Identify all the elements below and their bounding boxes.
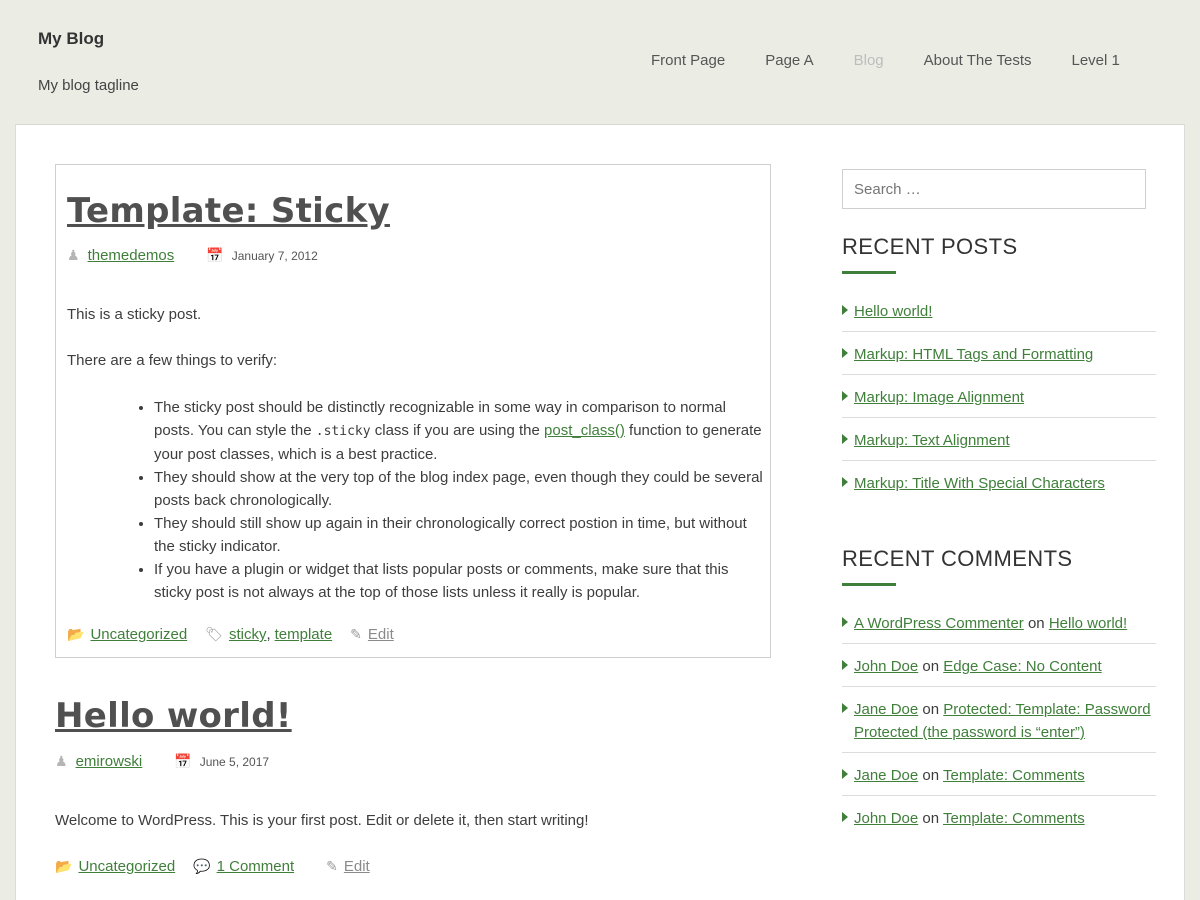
caret-right-icon [842, 812, 848, 822]
widget-underline [842, 271, 896, 274]
post-paragraph: Welcome to WordPress. This is your first… [55, 812, 589, 829]
code-snippet: .sticky [315, 424, 371, 439]
list-item: Hello world! [842, 289, 1156, 332]
folder-icon: 📂 [55, 858, 73, 874]
site-tagline: My blog tagline [38, 77, 139, 94]
recent-post-link[interactable]: Hello world! [854, 303, 932, 320]
caret-right-icon [842, 703, 848, 713]
folder-icon: 📂 [67, 626, 85, 642]
post-bullet-list: The sticky post should be distinctly rec… [154, 396, 764, 604]
edit-link[interactable]: Edit [368, 626, 394, 643]
nav-item-page-a[interactable]: Page A [765, 52, 813, 69]
post-date: June 5, 2017 [199, 754, 270, 769]
category-link[interactable]: Uncategorized [78, 858, 175, 875]
recent-posts-list: Hello world! Markup: HTML Tags and Forma… [842, 289, 1156, 503]
post-paragraph: This is a sticky post. [67, 306, 202, 323]
on-word: on [922, 767, 940, 784]
comment-author-link[interactable]: John Doe [854, 810, 918, 827]
user-icon: ♟ [55, 753, 68, 769]
list-item: They should still show up again in their… [154, 512, 764, 558]
post-class-link[interactable]: post_class() [544, 422, 625, 439]
caret-right-icon [842, 769, 848, 779]
post-footer: 📂 Uncategorized 🏷 sticky, template ✎ Edi… [67, 626, 394, 643]
on-word: on [922, 658, 940, 675]
comment-post-link[interactable]: Template: Comments [943, 767, 1085, 784]
recent-post-link[interactable]: Markup: Title With Special Characters [854, 475, 1105, 492]
tag-link[interactable]: sticky [229, 626, 267, 643]
list-item: Markup: Image Alignment [842, 375, 1156, 418]
calendar-icon: 📅 [206, 247, 224, 263]
comment-author-link[interactable]: A WordPress Commenter [854, 615, 1024, 632]
widget-underline [842, 583, 896, 586]
post-date: January 7, 2012 [231, 248, 318, 263]
caret-right-icon [842, 305, 848, 315]
site-header: My Blog My blog tagline Front Page Page … [0, 0, 1200, 124]
tag-separator: , [266, 626, 271, 643]
sticky-post: Template: Sticky ♟ themedemos 📅 January … [55, 164, 771, 658]
comment-post-link[interactable]: Hello world! [1049, 615, 1127, 632]
list-item: John Doe on Template: Comments [842, 796, 1156, 838]
on-word: on [922, 810, 940, 827]
recent-comments-title: RECENT COMMENTS [842, 546, 1073, 571]
list-item-text: class if you are using the [370, 422, 545, 439]
content-area: Template: Sticky ♟ themedemos 📅 January … [15, 124, 1185, 900]
caret-right-icon [842, 391, 848, 401]
caret-right-icon [842, 434, 848, 444]
caret-right-icon [842, 477, 848, 487]
comment-post-link[interactable]: Edge Case: No Content [943, 658, 1101, 675]
author-link[interactable]: themedemos [88, 247, 175, 264]
main-nav: Front Page Page A Blog About The Tests L… [651, 52, 1160, 69]
pencil-icon: ✎ [350, 626, 362, 642]
caret-right-icon [842, 660, 848, 670]
comment-author-link[interactable]: Jane Doe [854, 701, 918, 718]
calendar-icon: 📅 [174, 753, 192, 769]
list-item: John Doe on Edge Case: No Content [842, 644, 1156, 687]
nav-item-about-the-tests[interactable]: About The Tests [924, 52, 1032, 69]
recent-posts-title: RECENT POSTS [842, 234, 1018, 259]
post-footer: 📂 Uncategorized 💬 1 Comment ✎ Edit [55, 858, 370, 875]
nav-item-level-1[interactable]: Level 1 [1072, 52, 1120, 69]
category-link[interactable]: Uncategorized [90, 626, 187, 643]
post-paragraph: There are a few things to verify: [67, 352, 278, 369]
caret-right-icon [842, 348, 848, 358]
comment-post-link[interactable]: Template: Comments [943, 810, 1085, 827]
list-item: They should show at the very top of the … [154, 466, 764, 512]
post-meta: ♟ themedemos 📅 January 7, 2012 [67, 247, 318, 264]
nav-item-front-page[interactable]: Front Page [651, 52, 725, 69]
tags-icon: 🏷 [205, 626, 223, 642]
pencil-icon: ✎ [326, 858, 338, 874]
site-title[interactable]: My Blog [38, 29, 104, 49]
list-item: A WordPress Commenter on Hello world! [842, 601, 1156, 644]
comment-author-link[interactable]: John Doe [854, 658, 918, 675]
list-item: Jane Doe on Protected: Template: Passwor… [842, 687, 1156, 753]
author-link[interactable]: emirowski [76, 753, 143, 770]
recent-post-link[interactable]: Markup: Image Alignment [854, 389, 1024, 406]
tag-link[interactable]: template [275, 626, 333, 643]
list-item: The sticky post should be distinctly rec… [154, 396, 764, 466]
on-word: on [922, 701, 940, 718]
list-item: Markup: Title With Special Characters [842, 461, 1156, 503]
list-item: If you have a plugin or widget that list… [154, 558, 764, 604]
post-title-link[interactable]: Hello world! [55, 696, 292, 736]
edit-link[interactable]: Edit [344, 858, 370, 875]
list-item: Markup: Text Alignment [842, 418, 1156, 461]
post-meta: ♟ emirowski 📅 June 5, 2017 [55, 753, 269, 770]
recent-post-link[interactable]: Markup: HTML Tags and Formatting [854, 346, 1093, 363]
on-word: on [1027, 615, 1045, 632]
comment-author-link[interactable]: Jane Doe [854, 767, 918, 784]
recent-comments-list: A WordPress Commenter on Hello world! Jo… [842, 601, 1156, 838]
search-input[interactable] [842, 169, 1146, 209]
comments-link[interactable]: 1 Comment [217, 858, 295, 875]
recent-post-link[interactable]: Markup: Text Alignment [854, 432, 1010, 449]
list-item: Markup: HTML Tags and Formatting [842, 332, 1156, 375]
nav-item-blog[interactable]: Blog [854, 52, 884, 69]
user-icon: ♟ [67, 247, 80, 263]
caret-right-icon [842, 617, 848, 627]
post-title-link[interactable]: Template: Sticky [67, 191, 390, 231]
comment-icon: 💬 [193, 858, 211, 874]
list-item: Jane Doe on Template: Comments [842, 753, 1156, 796]
